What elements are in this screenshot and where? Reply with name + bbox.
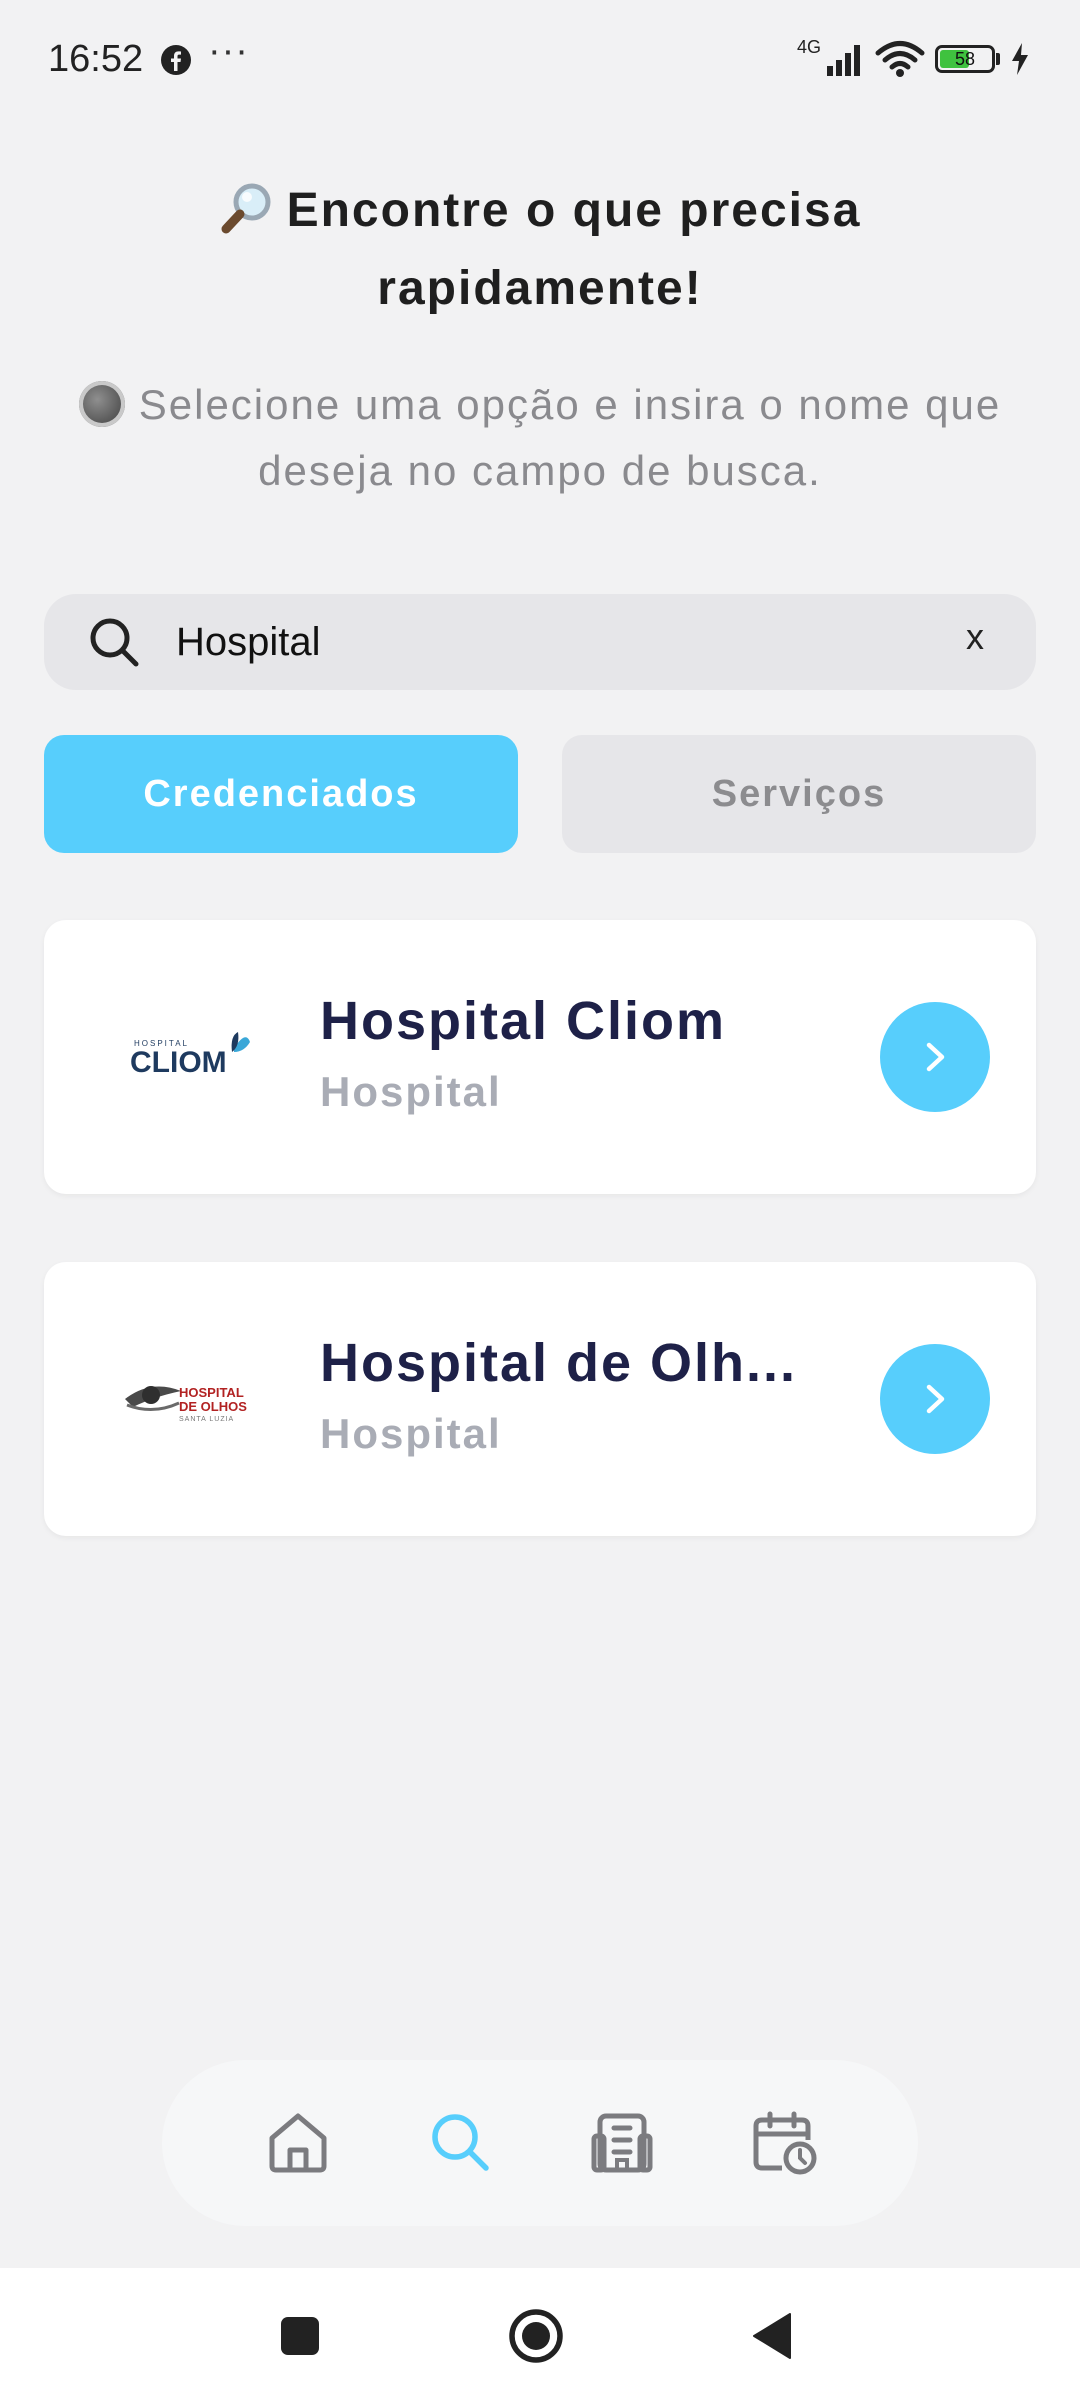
signal-icon bbox=[827, 45, 860, 76]
back-icon[interactable] bbox=[752, 2312, 792, 2360]
home-system-icon[interactable] bbox=[508, 2308, 564, 2364]
clear-search-button[interactable]: x bbox=[966, 616, 984, 658]
chevron-right-icon bbox=[926, 1042, 945, 1072]
chevron-right-icon bbox=[926, 1384, 945, 1414]
result-category: Hospital bbox=[320, 1410, 502, 1457]
cliom-logo-image: HOSPITAL CLIOM bbox=[130, 1032, 250, 1079]
subtitle-line-2: deseja no campo de busca. bbox=[258, 447, 822, 494]
system-navigation-bar bbox=[0, 2268, 1080, 2400]
tab-credenciados[interactable]: Credenciados bbox=[44, 735, 518, 853]
charging-icon bbox=[1012, 43, 1028, 75]
olhos-logo-line-2: DE OLHOS bbox=[179, 1399, 247, 1414]
home-icon[interactable] bbox=[262, 2106, 334, 2178]
recent-apps-icon[interactable] bbox=[280, 2316, 320, 2356]
result-card-hospital-de-olhos[interactable]: HOSPITAL DE OLHOS SANTA LUZIA Hospital d… bbox=[44, 1262, 1036, 1536]
olhos-logo-image: HOSPITAL DE OLHOS SANTA LUZIA bbox=[125, 1385, 247, 1423]
search-icon bbox=[90, 618, 139, 667]
battery-icon: 58 bbox=[935, 45, 995, 73]
result-category: Hospital bbox=[320, 1068, 502, 1115]
page-title: Encontre o que precisa rapidamente! bbox=[120, 172, 960, 328]
result-card-hospital-cliom[interactable]: HOSPITAL CLIOM Hospital Cliom Hospital bbox=[44, 920, 1036, 1194]
result-title: Hospital Cliom bbox=[320, 991, 727, 1051]
olhos-logo-line-3: SANTA LUZIA bbox=[179, 1416, 234, 1423]
search-bar[interactable]: x bbox=[44, 594, 1036, 690]
search-nav-icon[interactable] bbox=[424, 2106, 496, 2178]
battery-percent: 58 bbox=[954, 49, 976, 69]
calendar-clock-icon[interactable] bbox=[748, 2106, 820, 2178]
status-bar: 16:52 ··· 4G 58 bbox=[0, 0, 1080, 120]
open-result-button[interactable] bbox=[880, 1002, 990, 1112]
network-type: 4G bbox=[796, 36, 821, 57]
result-title: Hospital de Olh... bbox=[320, 1333, 798, 1393]
page-subtitle: Selecione uma opção e insira o nome que … bbox=[40, 372, 1040, 504]
open-result-button[interactable] bbox=[880, 1344, 990, 1454]
cliom-logo-main-text: CLIOM bbox=[130, 1046, 227, 1079]
hospital-cliom-logo: HOSPITAL CLIOM bbox=[106, 972, 276, 1142]
more-dots-icon: ··· bbox=[208, 30, 249, 72]
search-input[interactable] bbox=[176, 612, 956, 672]
tab-servicos[interactable]: Serviços bbox=[562, 735, 1036, 853]
hospital-de-olhos-logo: HOSPITAL DE OLHOS SANTA LUZIA bbox=[106, 1314, 276, 1484]
battery-tip bbox=[996, 53, 1000, 65]
olhos-logo-line-1: HOSPITAL bbox=[179, 1385, 244, 1400]
wifi-icon bbox=[875, 41, 925, 77]
status-indicators: 4G 58 bbox=[797, 36, 1030, 82]
title-line-2: rapidamente! bbox=[377, 262, 703, 315]
radio-emoji-icon bbox=[78, 380, 125, 427]
building-icon[interactable] bbox=[586, 2106, 658, 2178]
title-line-1: Encontre o que precisa bbox=[286, 184, 862, 237]
facebook-icon bbox=[161, 45, 191, 75]
magnifier-emoji-icon bbox=[221, 183, 271, 234]
status-time: 16:52 bbox=[48, 38, 144, 80]
bottom-navigation bbox=[162, 2060, 918, 2226]
subtitle-line-1: Selecione uma opção e insira o nome que bbox=[138, 381, 1002, 428]
